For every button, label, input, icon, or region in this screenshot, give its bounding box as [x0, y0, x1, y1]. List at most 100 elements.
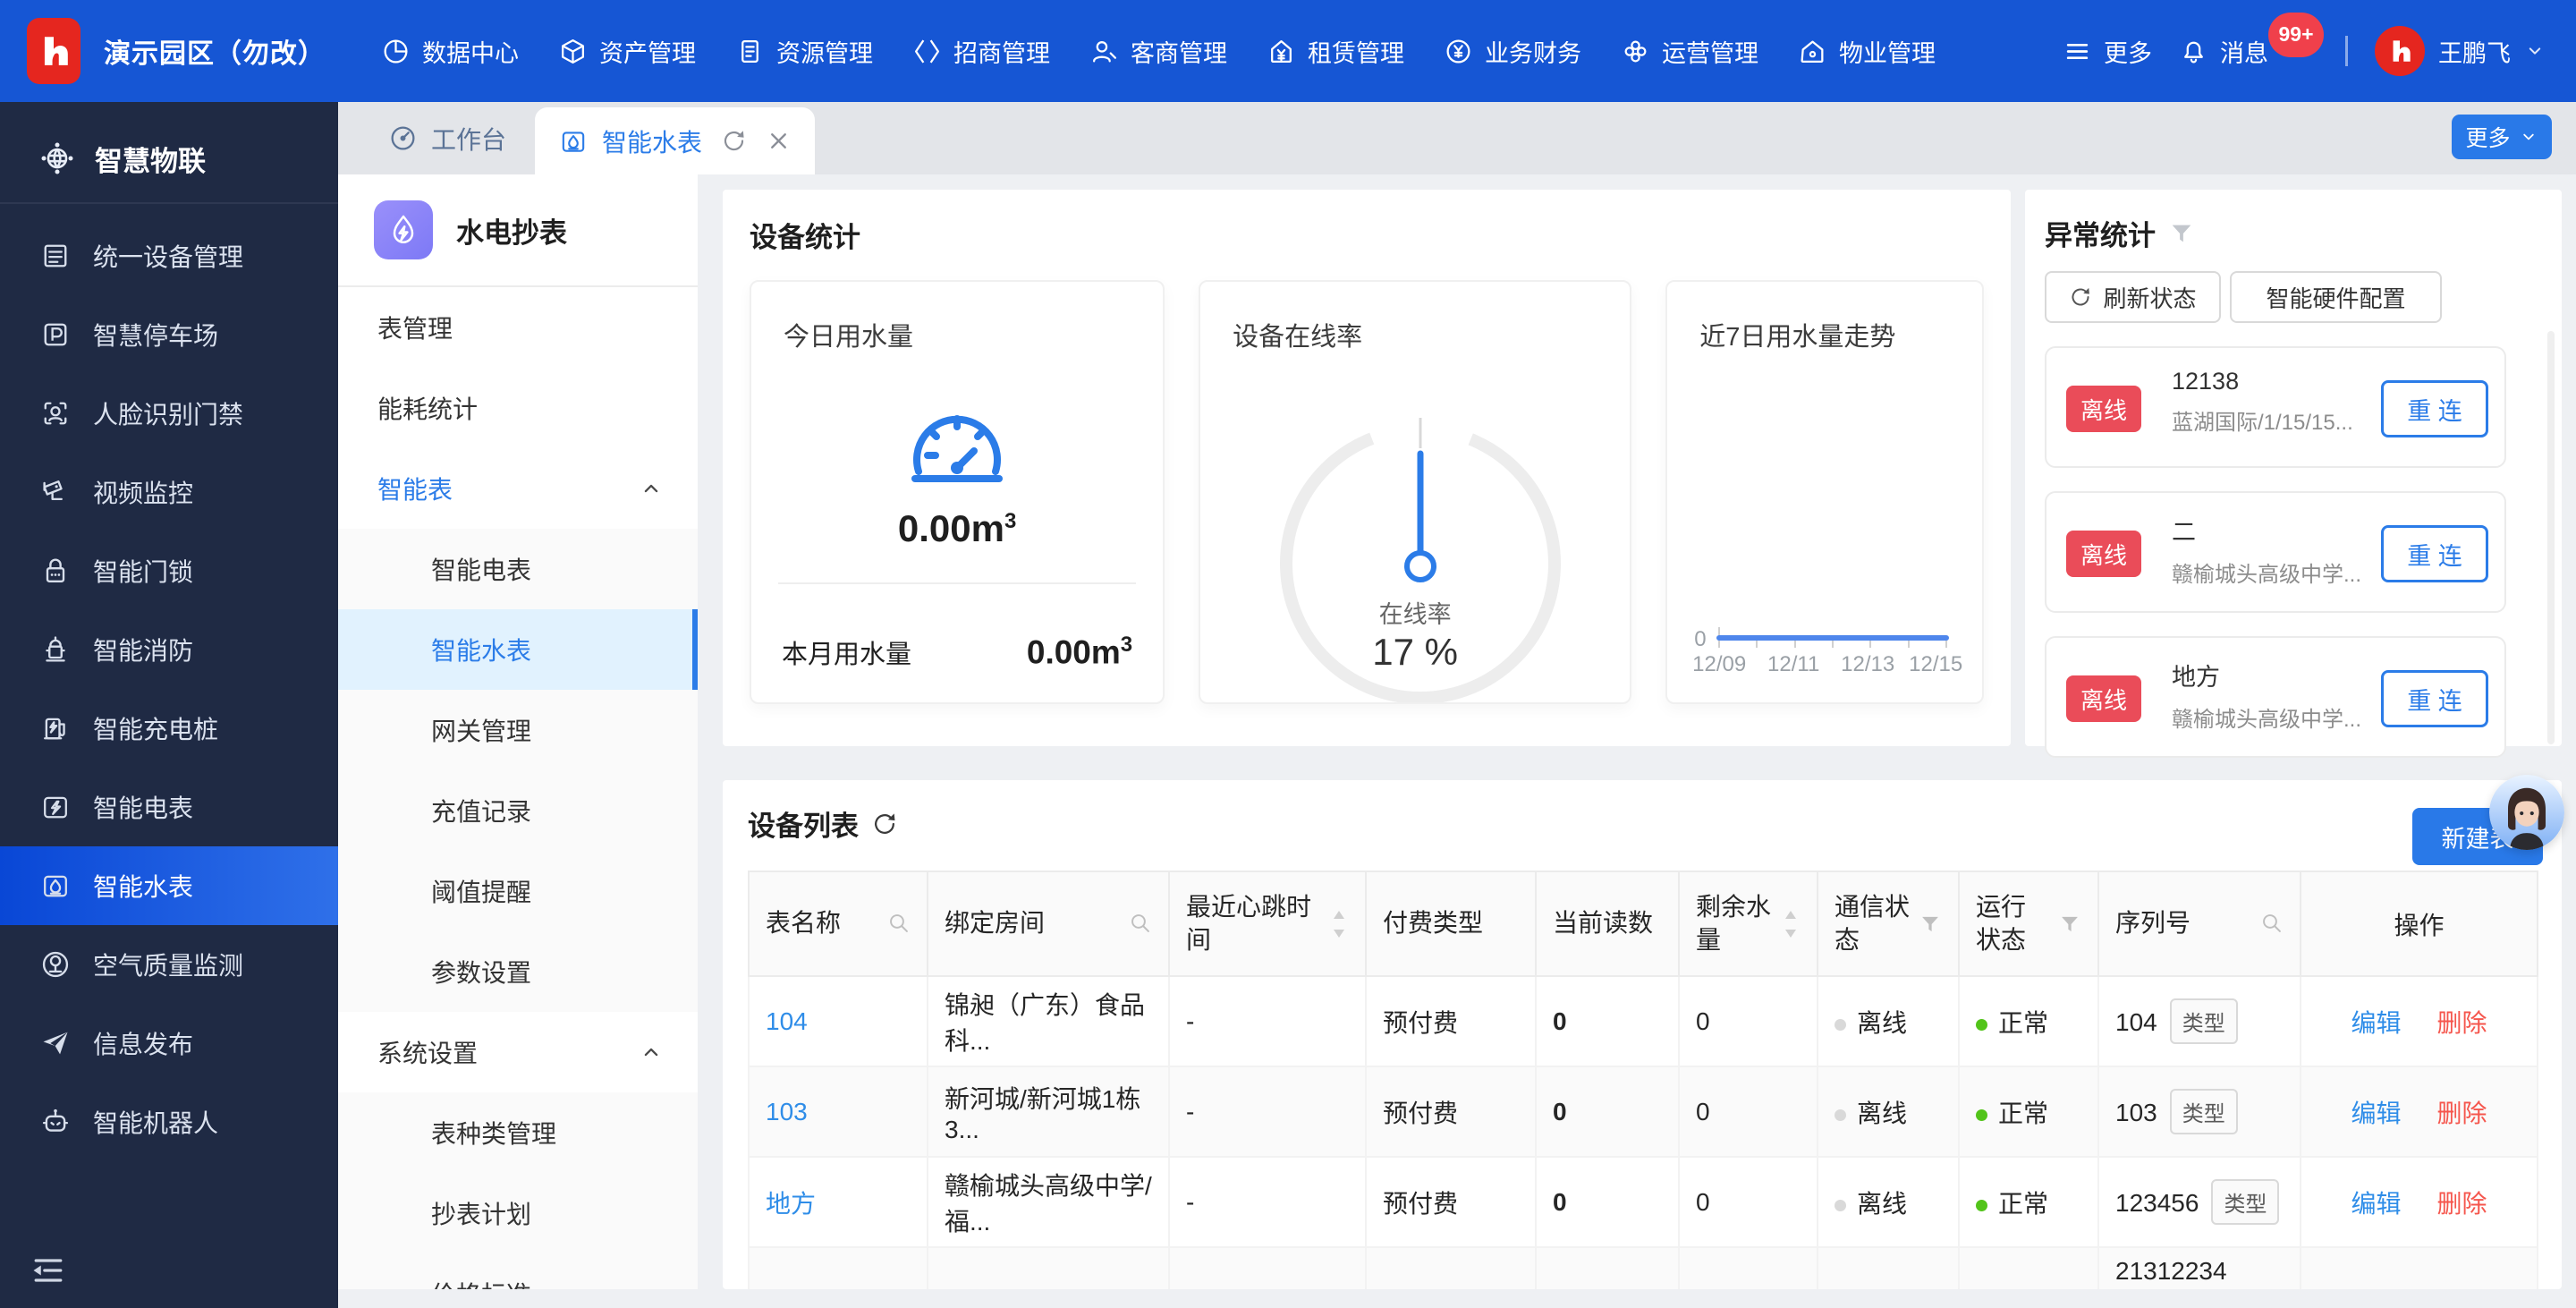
submenu-item-recharge[interactable]: 充值记录 [338, 770, 698, 851]
submenu-panel: 水电抄表 表管理 能耗统计 智能表 智能电表 智能水表 网关管理 充值记录 阈值… [338, 174, 698, 1289]
refresh-icon[interactable] [871, 811, 898, 837]
tabbar-more-button[interactable]: 更多 [2452, 115, 2552, 159]
sidebar-item-air-quality[interactable]: 空气质量监测 [0, 925, 338, 1004]
topnav-item-data-center[interactable]: 数据中心 [381, 34, 519, 69]
sort-caret-icon[interactable] [1329, 909, 1349, 939]
submenu-item-price-standard[interactable]: 价格标准 [338, 1253, 698, 1289]
cell-pay-type: 预付费 [1366, 1157, 1536, 1247]
sidebar-item-fire[interactable]: 智能消防 [0, 610, 338, 689]
month-water-label: 本月用水量 [782, 633, 911, 671]
edit-link[interactable]: 编辑 [2351, 1009, 2401, 1037]
submenu-item-gateway[interactable]: 网关管理 [338, 690, 698, 770]
submenu-item-water-meter[interactable]: 智能水表 [338, 609, 698, 690]
submenu-item-electric-meter[interactable]: 智能电表 [338, 529, 698, 609]
sidebar-item-electric-meter[interactable]: 智能电表 [0, 768, 338, 846]
submenu-item-meter-types[interactable]: 表种类管理 [338, 1092, 698, 1173]
messages-label: 消息 [2220, 34, 2268, 69]
col-actions: 操作 [2301, 871, 2538, 976]
assistant-avatar[interactable] [2489, 775, 2564, 850]
submenu-item-params[interactable]: 参数设置 [338, 931, 698, 1012]
search-icon[interactable] [1129, 912, 1152, 935]
reconnect-button[interactable]: 重 连 [2381, 380, 2488, 437]
sidebar-item-video[interactable]: 视频监控 [0, 453, 338, 531]
hardware-config-button[interactable]: 智能硬件配置 [2230, 271, 2442, 323]
brand[interactable]: 演示园区（勿改） [27, 18, 326, 84]
diamond-icon [912, 37, 942, 66]
topnav-item-finance[interactable]: 业务财务 [1444, 34, 1581, 69]
trend-x-tick: 12/15 [1894, 652, 1977, 677]
topnav-item-asset[interactable]: 资产管理 [558, 34, 696, 69]
delete-link[interactable]: 删除 [2437, 1009, 2487, 1037]
sidebar-item-face-access[interactable]: 人脸识别门禁 [0, 374, 338, 453]
filter-funnel-icon[interactable] [2168, 220, 2195, 247]
submenu-group-smart-meter[interactable]: 智能表 [338, 448, 698, 529]
device-location: 蓝湖国际/1/15/15... [2172, 404, 2386, 436]
topnav-item-lease[interactable]: 租赁管理 [1267, 34, 1404, 69]
topnav-more[interactable]: 更多 [2063, 34, 2152, 69]
topnav-item-investment[interactable]: 招商管理 [912, 34, 1050, 69]
abnormal-card-list: 离线 12138蓝湖国际/1/15/15... 重 连 离线 二赣榆城头高级中学… [2045, 346, 2542, 758]
card-divider [778, 582, 1136, 584]
submenu-item-energy-stats[interactable]: 能耗统计 [338, 368, 698, 448]
tab-smart-water-meter[interactable]: 智能水表 [535, 107, 815, 174]
cell-actions [2301, 1247, 2538, 1289]
cell-pay-type: 预付费 [1366, 976, 1536, 1066]
topnav-label: 业务财务 [1485, 34, 1581, 69]
sidebar-item-robot[interactable]: 智能机器人 [0, 1083, 338, 1161]
offline-dot [1835, 1109, 1846, 1121]
cell-remaining-water: 0 [1679, 976, 1818, 1066]
topnav-item-customer[interactable]: 客商管理 [1089, 34, 1227, 69]
property-house-icon [1798, 37, 1827, 66]
sort-caret-icon[interactable] [1781, 909, 1801, 939]
type-tag[interactable]: 类型 [2170, 1089, 2238, 1134]
topnav-label: 数据中心 [422, 34, 519, 69]
topnav-item-operation[interactable]: 运营管理 [1621, 34, 1758, 69]
delete-link[interactable]: 删除 [2437, 1190, 2487, 1218]
submenu-item-meter-mgmt[interactable]: 表管理 [338, 287, 698, 368]
sidebar-item-charging[interactable]: 智能充电桩 [0, 689, 338, 768]
delete-link[interactable]: 删除 [2437, 1100, 2487, 1127]
tab-workbench[interactable]: 工作台 [360, 102, 535, 174]
type-tag[interactable]: 类型 [2170, 998, 2238, 1044]
submenu-item-reading-plan[interactable]: 抄表计划 [338, 1173, 698, 1253]
edit-link[interactable]: 编辑 [2351, 1190, 2401, 1218]
iot-globe-icon [39, 140, 75, 176]
reconnect-button[interactable]: 重 连 [2381, 525, 2488, 582]
sidebar-item-device-mgmt[interactable]: 统一设备管理 [0, 217, 338, 295]
search-icon[interactable] [887, 912, 911, 935]
messages-badge: 99+ [2268, 13, 2324, 57]
submenu-item-threshold[interactable]: 阈值提醒 [338, 851, 698, 931]
online-rate-card: 设备在线率 在线率 17 % [1199, 280, 1631, 704]
sidebar-item-door-lock[interactable]: 智能门锁 [0, 531, 338, 610]
refresh-icon [2069, 285, 2092, 309]
sidebar-item-info-publish[interactable]: 信息发布 [0, 1004, 338, 1083]
parking-icon [39, 319, 72, 351]
topnav-item-property[interactable]: 物业管理 [1798, 34, 1936, 69]
filter-funnel-icon[interactable] [1919, 913, 1942, 936]
refresh-status-button[interactable]: 刷新状态 [2045, 271, 2221, 323]
bell-icon [2179, 37, 2208, 66]
yen-circle-icon [1444, 37, 1473, 66]
messages-button[interactable]: 消息 99+ [2179, 34, 2318, 69]
sidebar-collapse-icon[interactable] [29, 1251, 68, 1290]
sidebar-item-water-meter[interactable]: 智能水表 [0, 846, 338, 925]
scrollbar-track[interactable] [2547, 331, 2555, 744]
month-water-value: 0.00m3 [1027, 633, 1132, 671]
tab-close-icon[interactable] [766, 128, 792, 154]
tab-refresh-icon[interactable] [721, 128, 747, 154]
cube-icon [558, 37, 588, 66]
today-water-title: 今日用水量 [784, 316, 913, 353]
topnav-item-resource[interactable]: 资源管理 [735, 34, 873, 69]
today-water-value: 0.00m3 [751, 507, 1163, 550]
sidebar-divider [0, 202, 338, 204]
edit-link[interactable]: 编辑 [2351, 1100, 2401, 1127]
user-menu[interactable]: 王鹏飞 [2375, 26, 2546, 76]
cell-serial-no: 104类型 [2098, 976, 2301, 1066]
sidebar-item-parking[interactable]: 智慧停车场 [0, 295, 338, 374]
col-serial-no: 序列号 [2098, 871, 2301, 976]
submenu-group-system-settings[interactable]: 系统设置 [338, 1012, 698, 1092]
search-icon[interactable] [2260, 912, 2284, 935]
filter-funnel-icon[interactable] [2058, 913, 2081, 936]
type-tag[interactable]: 类型 [2211, 1179, 2279, 1225]
reconnect-button[interactable]: 重 连 [2381, 670, 2488, 727]
